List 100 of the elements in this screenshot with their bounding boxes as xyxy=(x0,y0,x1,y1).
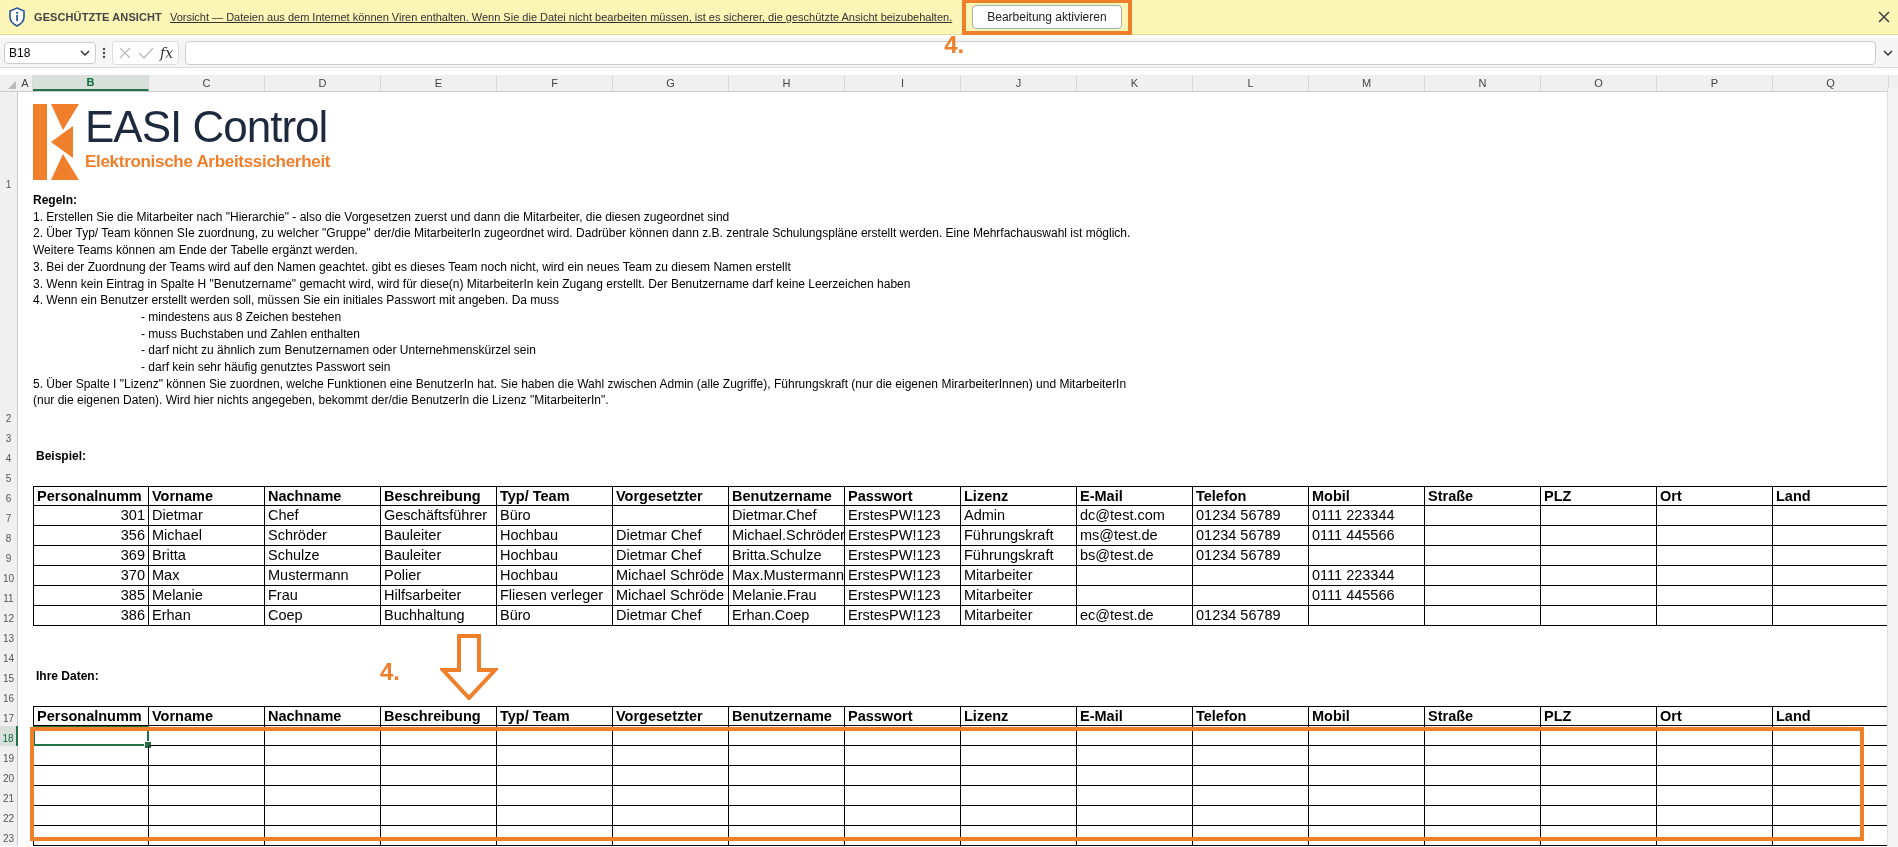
table-cell[interactable] xyxy=(1657,826,1773,846)
table-cell[interactable] xyxy=(845,746,961,766)
row-number[interactable]: 22 xyxy=(0,806,18,826)
table-cell[interactable] xyxy=(265,806,381,826)
row-number[interactable]: 6 xyxy=(0,486,18,506)
column-header[interactable]: L xyxy=(1193,75,1309,91)
table-cell[interactable] xyxy=(381,766,497,786)
row-number[interactable]: 11 xyxy=(0,586,18,606)
table-cell[interactable] xyxy=(1193,726,1309,746)
selected-cell[interactable] xyxy=(33,726,149,746)
row-number[interactable]: 8 xyxy=(0,526,18,546)
table-cell[interactable] xyxy=(1425,826,1541,846)
table-cell[interactable] xyxy=(1309,826,1425,846)
table-cell[interactable] xyxy=(1657,766,1773,786)
row-number[interactable]: 19 xyxy=(0,746,18,766)
table-cell[interactable] xyxy=(149,826,265,846)
table-cell[interactable] xyxy=(149,746,265,766)
table-cell[interactable] xyxy=(33,826,149,846)
table-cell[interactable] xyxy=(1193,786,1309,806)
table-cell[interactable] xyxy=(729,826,845,846)
row-number[interactable]: 12 xyxy=(0,606,18,626)
table-cell[interactable] xyxy=(381,746,497,766)
table-cell[interactable] xyxy=(613,726,729,746)
name-box[interactable]: B18 xyxy=(4,41,96,64)
column-header[interactable]: G xyxy=(613,75,729,91)
table-cell[interactable] xyxy=(1309,786,1425,806)
check-icon[interactable] xyxy=(138,45,154,60)
table-cell[interactable] xyxy=(729,726,845,746)
table-cell[interactable] xyxy=(961,826,1077,846)
row-number[interactable]: 17 xyxy=(0,706,18,726)
table-cell[interactable] xyxy=(1309,766,1425,786)
row-number[interactable]: 18 xyxy=(0,726,18,746)
table-cell[interactable] xyxy=(265,746,381,766)
table-cell[interactable] xyxy=(1193,806,1309,826)
table-cell[interactable] xyxy=(1193,766,1309,786)
row-number[interactable]: 4 xyxy=(0,446,18,466)
column-header[interactable]: N xyxy=(1425,75,1541,91)
column-header[interactable]: H xyxy=(729,75,845,91)
table-cell[interactable] xyxy=(729,746,845,766)
table-cell[interactable] xyxy=(33,806,149,826)
table-cell[interactable] xyxy=(265,726,381,746)
column-header[interactable]: C xyxy=(149,75,265,91)
table-cell[interactable] xyxy=(1309,806,1425,826)
table-cell[interactable] xyxy=(961,726,1077,746)
table-cell[interactable] xyxy=(961,806,1077,826)
table-cell[interactable] xyxy=(729,766,845,786)
row-number[interactable]: 7 xyxy=(0,506,18,526)
column-header[interactable]: I xyxy=(845,75,961,91)
table-cell[interactable] xyxy=(1425,766,1541,786)
table-cell[interactable] xyxy=(33,746,149,766)
row-number[interactable]: 3 xyxy=(0,426,18,446)
table-cell[interactable] xyxy=(381,726,497,746)
close-icon[interactable] xyxy=(1878,11,1890,23)
row-number[interactable]: 21 xyxy=(0,786,18,806)
row-number[interactable]: 23 xyxy=(0,826,18,846)
table-cell[interactable] xyxy=(265,786,381,806)
table-cell[interactable] xyxy=(845,806,961,826)
table-cell[interactable] xyxy=(845,786,961,806)
insert-function-button[interactable]: fx xyxy=(160,44,174,61)
table-cell[interactable] xyxy=(845,726,961,746)
table-cell[interactable] xyxy=(613,786,729,806)
table-cell[interactable] xyxy=(1657,806,1773,826)
table-cell[interactable] xyxy=(497,726,613,746)
enable-editing-button[interactable]: Bearbeitung aktivieren xyxy=(972,5,1122,29)
column-header[interactable]: B xyxy=(33,75,149,91)
table-cell[interactable] xyxy=(1541,826,1657,846)
table-cell[interactable] xyxy=(1541,746,1657,766)
table-cell[interactable] xyxy=(149,766,265,786)
row-number[interactable]: 16 xyxy=(0,686,18,706)
row-number[interactable]: 10 xyxy=(0,566,18,586)
table-cell[interactable] xyxy=(381,786,497,806)
column-header[interactable]: D xyxy=(265,75,381,91)
row-number[interactable]: 13 xyxy=(0,626,18,646)
table-cell[interactable] xyxy=(961,766,1077,786)
more-icon[interactable] xyxy=(102,45,106,60)
table-cell[interactable] xyxy=(1077,806,1193,826)
table-cell[interactable] xyxy=(497,766,613,786)
table-cell[interactable] xyxy=(1193,826,1309,846)
column-header[interactable]: F xyxy=(497,75,613,91)
table-cell[interactable] xyxy=(1309,746,1425,766)
table-cell[interactable] xyxy=(1425,806,1541,826)
table-cell[interactable] xyxy=(1077,726,1193,746)
table-cell[interactable] xyxy=(1657,726,1773,746)
table-cell[interactable] xyxy=(149,806,265,826)
column-header[interactable]: K xyxy=(1077,75,1193,91)
table-cell[interactable] xyxy=(1541,766,1657,786)
table-cell[interactable] xyxy=(613,806,729,826)
table-cell[interactable] xyxy=(1541,726,1657,746)
table-cell[interactable] xyxy=(497,826,613,846)
column-header[interactable]: J xyxy=(961,75,1077,91)
table-cell[interactable] xyxy=(961,746,1077,766)
table-cell[interactable] xyxy=(265,826,381,846)
row-number[interactable]: 9 xyxy=(0,546,18,566)
table-cell[interactable] xyxy=(1425,786,1541,806)
protected-view-message[interactable]: Vorsicht — Dateien aus dem Internet können Viren enthalten. Wenn Sie die Datei nicht bearbeiten müssen, ist es sicherer, die geschützte Ansicht beizubehalten. xyxy=(169,11,953,23)
table-cell[interactable] xyxy=(961,786,1077,806)
table-cell[interactable] xyxy=(1425,726,1541,746)
table-cell[interactable] xyxy=(149,786,265,806)
table-cell[interactable] xyxy=(33,766,149,786)
table-cell[interactable] xyxy=(1657,746,1773,766)
